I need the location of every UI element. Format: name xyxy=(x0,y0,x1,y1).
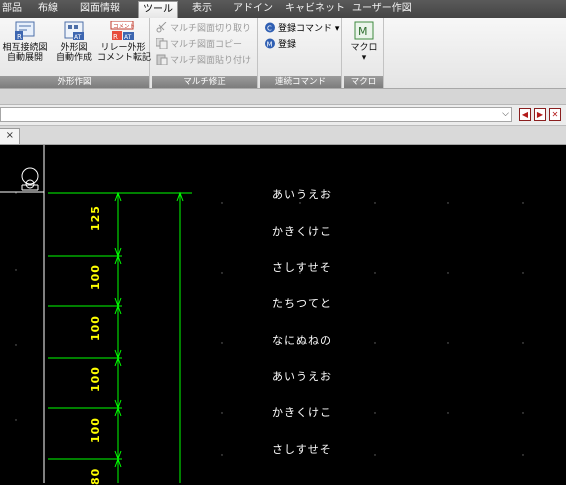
svg-text:R: R xyxy=(113,33,118,41)
outline-auto-create-button[interactable]: AT 外形図 自動作成 xyxy=(52,21,96,63)
svg-text:M: M xyxy=(358,25,368,38)
multi-cut-button[interactable]: マルチ図面切り取り xyxy=(156,21,252,36)
btn2-line1: 外形図 xyxy=(60,43,88,53)
svg-text:R: R xyxy=(17,33,22,41)
prev-button[interactable]: ◀ xyxy=(519,108,531,121)
cut-icon xyxy=(156,21,168,33)
group-macro-label: マクロ xyxy=(344,76,383,88)
menu-bar: 部品 布線 図面情報 ツール 表示 アドイン キャビネット ユーザー作図 xyxy=(0,0,566,19)
drawing-label: あいうえお xyxy=(272,188,332,201)
tab-close-icon[interactable]: × xyxy=(6,130,14,141)
register-icon: M xyxy=(264,38,276,49)
register-button[interactable]: M 登録 xyxy=(264,38,296,52)
macro-button[interactable]: M マクロ ▾ xyxy=(346,21,382,63)
menu-drawing-info[interactable]: 図面情報 xyxy=(80,0,120,18)
group-multi-edit: マルチ図面切り取り マルチ図面コピー マルチ図面貼り付け マルチ修正 xyxy=(152,18,258,88)
svg-text:AT: AT xyxy=(124,34,132,41)
relay-comment-transfer-button[interactable]: コメント R AT リレー外形 コメント転記 xyxy=(97,20,152,63)
group-outline-label: 外形作図 xyxy=(0,76,149,88)
drawing-canvas[interactable]: 125 100 100 100 100 80 あいうえお かきくけこ さしすせそ… xyxy=(0,145,566,485)
btn2-line2: 自動作成 xyxy=(55,53,92,63)
multi-cut-label: マルチ図面切り取り xyxy=(170,24,252,34)
document-tab[interactable]: × xyxy=(0,128,20,144)
btn1-line2: 自動展開 xyxy=(6,53,43,63)
menu-tools[interactable]: ツール xyxy=(138,1,178,18)
dimension-text: 100 xyxy=(89,315,102,341)
dimension-lines xyxy=(48,191,192,483)
svg-text:M: M xyxy=(267,41,273,49)
svg-text:C: C xyxy=(267,25,272,33)
drawing-label: なにぬねの xyxy=(272,334,332,347)
svg-text:AT: AT xyxy=(74,34,82,41)
drawing-label: かきくけこ xyxy=(272,406,332,419)
macro-icon: M xyxy=(353,21,375,41)
drawing-label: さしすせそ xyxy=(272,443,332,456)
chevron-down-icon[interactable]: ⌵ xyxy=(502,108,509,121)
dimension-text: 100 xyxy=(89,366,102,392)
document-tab-strip: × xyxy=(0,126,566,145)
eyebolt-icon xyxy=(21,167,39,191)
paste-icon xyxy=(156,54,168,66)
multi-copy-button[interactable]: マルチ図面コピー xyxy=(155,37,243,52)
dimension-text: 100 xyxy=(89,264,102,290)
registered-command-dropdown[interactable]: C 登録コマンド ▾ xyxy=(264,22,339,36)
menu-wiring[interactable]: 布線 xyxy=(38,0,58,18)
group-continuous-command: C 登録コマンド ▾ M 登録 連続コマンド xyxy=(260,18,342,88)
multi-paste-label: マルチ図面貼り付け xyxy=(170,56,252,66)
multi-copy-label: マルチ図面コピー xyxy=(170,40,243,50)
menu-view[interactable]: 表示 xyxy=(192,0,212,18)
multi-paste-button[interactable]: マルチ図面貼り付け xyxy=(156,54,251,68)
btn1-line1: 相互接続図 xyxy=(2,43,48,53)
drawing-label: あいうえお xyxy=(272,370,332,383)
menu-addin[interactable]: アドイン xyxy=(233,0,273,18)
ribbon: R 相互接続図 自動展開 AT 外形図 自動作成 コメント R AT リレー外形 コ… xyxy=(0,18,566,89)
interconnect-auto-expand-button[interactable]: R 相互接続図 自動展開 xyxy=(0,21,50,63)
btn3-line1: リレー外形 xyxy=(100,43,146,53)
group-outline: R 相互接続図 自動展開 AT 外形図 自動作成 コメント R AT リレー外形 コ… xyxy=(0,18,152,88)
next-button[interactable]: ▶ xyxy=(534,108,546,121)
group-continuous-command-label: 連続コマンド xyxy=(260,76,341,88)
register-label: 登録 xyxy=(278,40,297,50)
drawing-label: かきくけこ xyxy=(272,225,332,238)
interconnect-diagram-icon: R xyxy=(14,21,36,41)
relay-icon-text: コメント xyxy=(113,23,135,30)
dimension-text: 80 xyxy=(89,467,102,485)
dimension-text: 100 xyxy=(89,417,102,443)
command-icon: C xyxy=(264,22,276,33)
macro-label: マクロ xyxy=(350,43,378,53)
close-window-button[interactable]: ✕ xyxy=(549,108,561,121)
menu-cabinet[interactable]: キャビネット xyxy=(285,0,345,18)
group-macro: M マクロ ▾ マクロ xyxy=(344,18,384,88)
toolbar-strip xyxy=(0,89,566,105)
dimension-text: 125 xyxy=(89,205,102,231)
outline-drawing-icon: AT xyxy=(63,21,85,41)
menu-parts[interactable]: 部品 xyxy=(2,0,22,18)
macro-dropdown-arrow[interactable]: ▾ xyxy=(346,53,382,63)
menu-user-drawing[interactable]: ユーザー作図 xyxy=(352,0,412,18)
copy-icon xyxy=(155,37,168,50)
address-bar: ⌵ ◀ ▶ ✕ xyxy=(0,105,566,126)
drawing-label: たちつてと xyxy=(272,297,332,310)
relay-comment-icon: コメント R AT xyxy=(109,20,137,41)
registered-command-label: 登録コマンド ▾ xyxy=(278,24,340,34)
btn3-line2: コメント転記 xyxy=(97,53,152,63)
path-combobox[interactable]: ⌵ xyxy=(0,107,512,122)
drawing-label: さしすせそ xyxy=(272,261,332,274)
group-multi-edit-label: マルチ修正 xyxy=(152,76,257,88)
